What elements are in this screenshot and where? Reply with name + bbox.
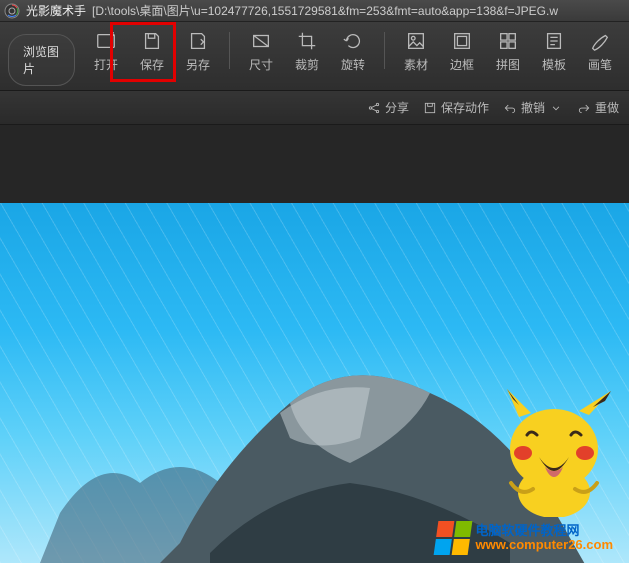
crop-icon <box>296 30 318 52</box>
rotate-icon <box>342 30 364 52</box>
watermark: 电脑软硬件教程网 www.computer26.com <box>436 521 614 555</box>
tool-size[interactable]: 尺寸 <box>240 28 282 73</box>
redo-icon <box>577 101 591 115</box>
sub-toolbar: 分享 保存动作 撤销 重做 <box>0 91 629 125</box>
tool-open[interactable]: 打开 <box>85 28 127 73</box>
image-view[interactable]: 电脑软硬件教程网 www.computer26.com <box>0 203 629 563</box>
brush-icon <box>589 30 611 52</box>
border-icon <box>451 30 473 52</box>
main-toolbar: 浏览图片 打开 保存 另存 尺寸 裁剪 <box>0 22 629 91</box>
tool-template[interactable]: 模板 <box>533 28 575 73</box>
saveas-icon <box>187 30 209 52</box>
browse-images-button[interactable]: 浏览图片 <box>8 34 75 86</box>
chevron-down-icon <box>549 101 563 115</box>
open-icon <box>95 30 117 52</box>
redo-button[interactable]: 重做 <box>577 99 619 116</box>
tool-label: 打开 <box>94 56 118 73</box>
material-icon <box>405 30 427 52</box>
file-path: [D:\tools\桌面\图片\u=102477726,1551729581&f… <box>92 2 558 19</box>
undo-button[interactable]: 撤销 <box>503 99 563 116</box>
tool-border[interactable]: 边框 <box>441 28 483 73</box>
tool-label: 另存 <box>186 56 210 73</box>
share-button[interactable]: 分享 <box>367 99 409 116</box>
tool-label: 拼图 <box>496 56 520 73</box>
pikachu-sticker <box>489 387 619 517</box>
size-icon <box>250 30 272 52</box>
save-icon <box>141 30 163 52</box>
undo-icon <box>503 101 517 115</box>
tool-collage[interactable]: 拼图 <box>487 28 529 73</box>
tool-label: 素材 <box>404 56 428 73</box>
tool-label: 画笔 <box>588 56 612 73</box>
watermark-line1: 电脑软硬件教程网 <box>476 524 614 538</box>
share-icon <box>367 101 381 115</box>
tool-label: 边框 <box>450 56 474 73</box>
share-label: 分享 <box>385 99 409 116</box>
tool-brush[interactable]: 画笔 <box>579 28 621 73</box>
tool-label: 模板 <box>542 56 566 73</box>
windows-logo-icon <box>433 521 472 555</box>
tool-save[interactable]: 保存 <box>131 28 173 73</box>
save-action-label: 保存动作 <box>441 99 489 116</box>
tool-label: 旋转 <box>341 56 365 73</box>
collage-icon <box>497 30 519 52</box>
titlebar: 光影魔术手 [D:\tools\桌面\图片\u=102477726,155172… <box>0 0 629 22</box>
app-logo-icon <box>4 3 20 19</box>
tool-label: 保存 <box>140 56 164 73</box>
tool-crop[interactable]: 裁剪 <box>286 28 328 73</box>
tool-label: 尺寸 <box>249 56 273 73</box>
tool-label: 裁剪 <box>295 56 319 73</box>
template-icon <box>543 30 565 52</box>
tool-rotate[interactable]: 旋转 <box>332 28 374 73</box>
watermark-line2: www.computer26.com <box>476 538 614 552</box>
tool-saveas[interactable]: 另存 <box>177 28 219 73</box>
app-name: 光影魔术手 <box>26 2 86 19</box>
save-action-button[interactable]: 保存动作 <box>423 99 489 116</box>
redo-label: 重做 <box>595 99 619 116</box>
undo-label: 撤销 <box>521 99 545 116</box>
canvas-background <box>0 125 629 203</box>
save-action-icon <box>423 101 437 115</box>
tool-material[interactable]: 素材 <box>395 28 437 73</box>
